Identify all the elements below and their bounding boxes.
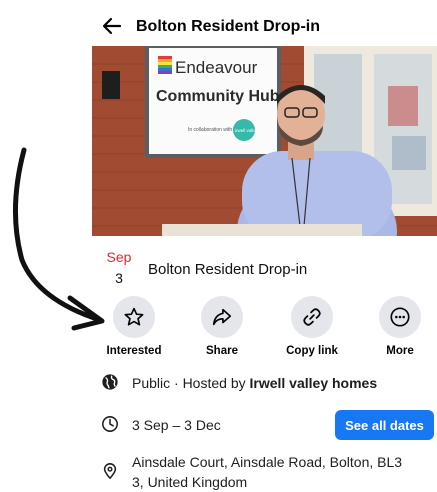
top-bar: Bolton Resident Drop-in: [0, 0, 437, 50]
page-title: Bolton Resident Drop-in: [136, 18, 320, 35]
privacy-text: Public · Hosted by: [132, 375, 250, 391]
clock-icon: [100, 414, 120, 434]
link-icon: [303, 308, 321, 326]
more-button[interactable]: More: [360, 296, 437, 357]
star-icon: [124, 307, 144, 326]
location-pin-icon: [100, 461, 120, 481]
address-line-2: 3, United Kingdom: [132, 474, 248, 490]
more-label: More: [386, 345, 414, 357]
copy-link-button[interactable]: Copy link: [272, 296, 352, 357]
event-cover-photo: Endeavour Community Hub In collaboration…: [92, 46, 437, 236]
copy-link-label: Copy link: [286, 345, 338, 357]
see-all-dates-button[interactable]: See all dates: [335, 410, 434, 440]
sign-title-text: Endeavour: [175, 58, 258, 77]
back-arrow-icon: [102, 17, 122, 35]
back-button[interactable]: [100, 14, 124, 38]
privacy-host-row: Public · Hosted by Irwell valley homes: [100, 372, 437, 394]
event-dates: 3 Sep – 3 Dec: [132, 417, 221, 433]
sign-small-text: In collaboration with: [188, 127, 232, 133]
more-icon: [390, 307, 410, 327]
event-actions: Interested Share Copy link More: [92, 296, 437, 362]
sign-subtitle-text: Community Hub: [156, 88, 280, 105]
share-label: Share: [206, 345, 238, 357]
host-name-link[interactable]: Irwell valley homes: [250, 375, 378, 391]
share-button[interactable]: Share: [182, 296, 262, 357]
event-title: Bolton Resident Drop-in: [148, 261, 308, 278]
globe-icon: [100, 372, 120, 392]
interested-label: Interested: [106, 345, 162, 357]
address-row: Ainsdale Court, Ainsdale Road, Bolton, B…: [100, 452, 437, 492]
event-day: 3: [115, 270, 123, 286]
partner-logo-text: irwell valley: [235, 128, 259, 133]
share-icon: [212, 308, 232, 326]
interested-button[interactable]: Interested: [94, 296, 174, 357]
address-line-1: Ainsdale Court, Ainsdale Road, Bolton, B…: [132, 454, 403, 470]
event-date-badge: Sep 3: [104, 249, 134, 287]
event-month: Sep: [106, 249, 132, 265]
